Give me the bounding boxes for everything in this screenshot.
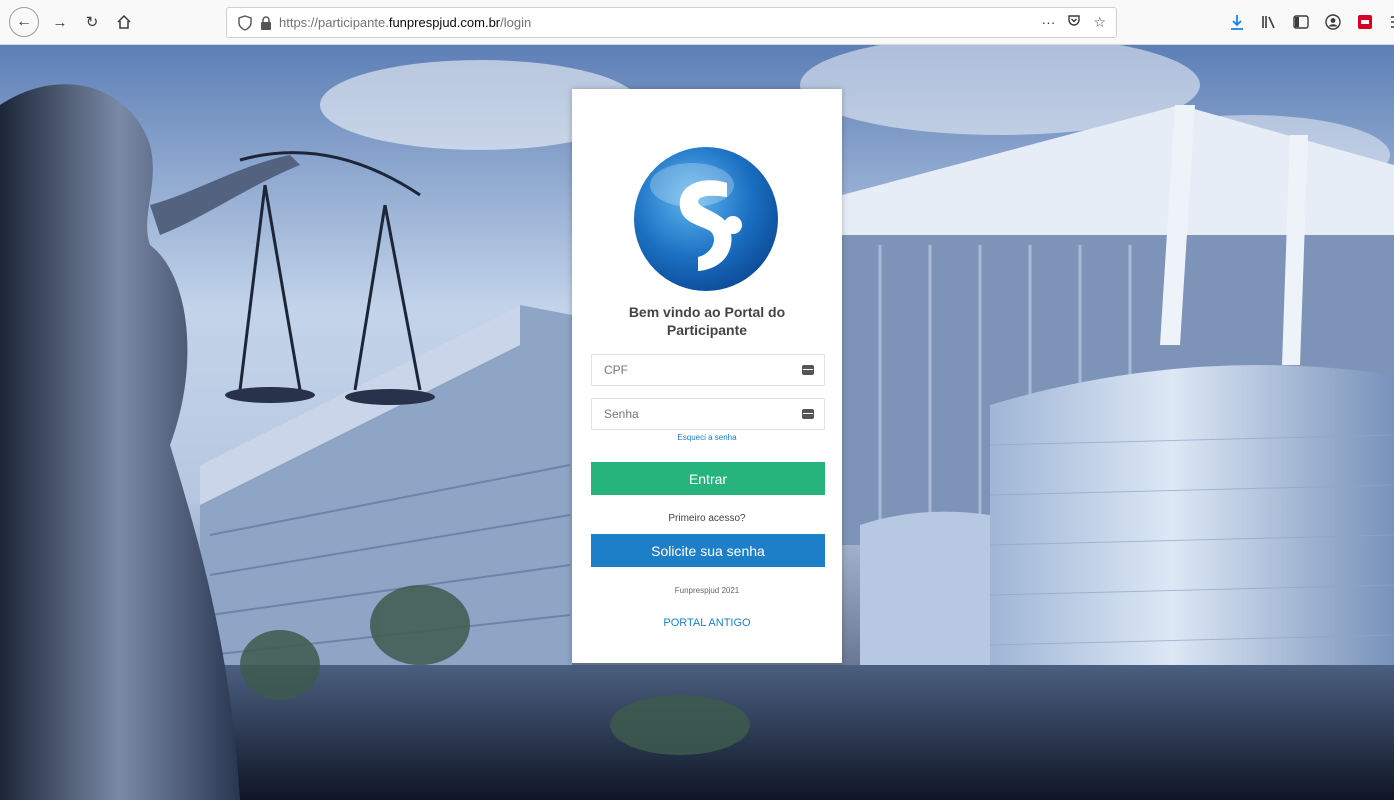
pocket-icon[interactable] <box>1067 14 1081 31</box>
copyright-text: Funprespjud 2021 <box>674 586 740 595</box>
menu-icon[interactable] <box>1388 13 1394 31</box>
funprespjud-logo <box>634 147 778 291</box>
account-icon[interactable] <box>1324 13 1342 31</box>
bookmark-star-icon[interactable]: ☆ <box>1093 14 1106 31</box>
card-icon <box>802 365 814 375</box>
extension-icon[interactable] <box>1356 13 1374 31</box>
enter-button[interactable]: Entrar <box>591 462 825 495</box>
request-password-button[interactable]: Solicite sua senha <box>591 534 825 567</box>
browser-toolbar: ← → ↻ https://participante.funprespjud.c… <box>0 0 1394 45</box>
reload-icon[interactable]: ↻ <box>79 9 105 35</box>
url-domain: funprespjud.com.br <box>388 15 501 30</box>
cpf-input[interactable] <box>602 362 802 378</box>
welcome-heading: Bem vindo ao Portal do Participante <box>628 304 786 338</box>
card-icon <box>802 409 814 419</box>
forward-icon[interactable]: → <box>47 9 73 35</box>
forgot-password-link[interactable]: Esqueci a senha <box>572 433 842 442</box>
download-icon[interactable] <box>1228 13 1246 31</box>
url-prefix: https://participante. <box>279 15 389 30</box>
lock-icon[interactable] <box>259 15 273 31</box>
tracking-shield-icon[interactable] <box>237 14 253 31</box>
page-actions-icon[interactable]: ··· <box>1041 14 1055 31</box>
back-icon[interactable]: ← <box>9 7 39 37</box>
password-field[interactable] <box>591 398 825 430</box>
address-bar[interactable]: https://participante.funprespjud.com.br/… <box>226 7 1117 38</box>
sidebar-icon[interactable] <box>1292 13 1310 31</box>
url-text: https://participante.funprespjud.com.br/… <box>279 15 531 30</box>
password-input[interactable] <box>602 406 802 422</box>
home-icon[interactable] <box>111 9 137 35</box>
cpf-field[interactable] <box>591 354 825 386</box>
library-icon[interactable] <box>1260 13 1278 31</box>
first-access-label: Primeiro acesso? <box>668 513 746 524</box>
old-portal-link[interactable]: PORTAL ANTIGO <box>572 617 842 629</box>
url-path: /login <box>500 15 532 30</box>
login-card: Bem vindo ao Portal do Participante Esqu… <box>572 89 842 663</box>
